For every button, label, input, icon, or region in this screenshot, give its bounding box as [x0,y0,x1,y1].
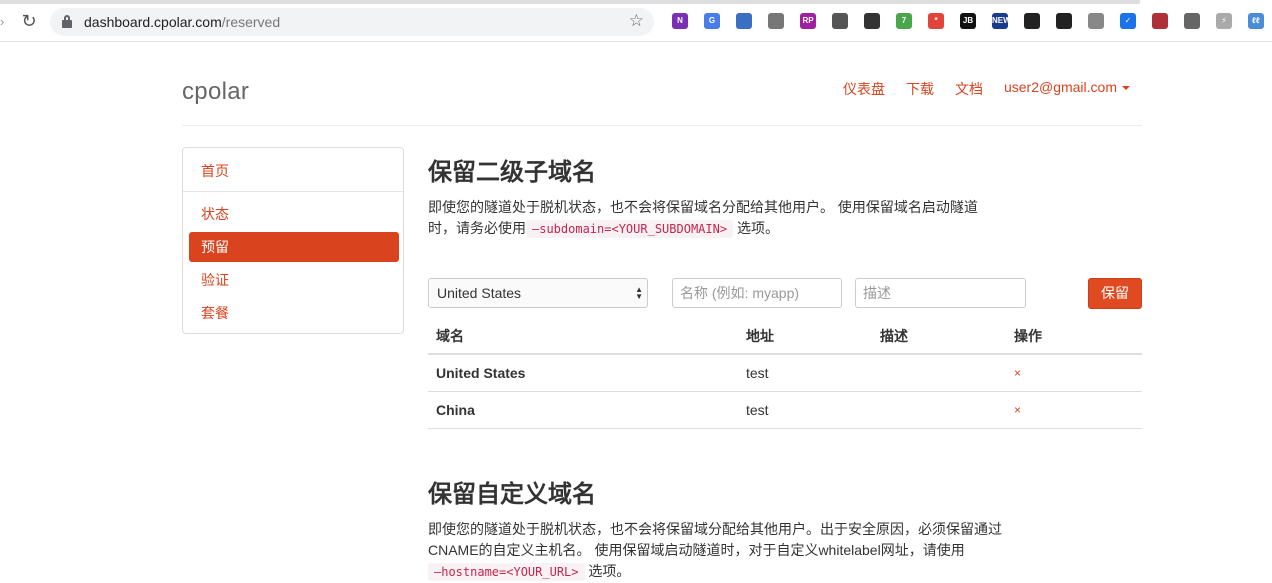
col-domain: 域名 [428,319,738,355]
top-nav: 仪表盘 下载 文档 user2@gmail.com [843,79,1130,99]
select-arrows-icon: ▲ ▼ [635,285,643,301]
sidebar-item-plan[interactable]: 套餐 [189,298,399,328]
shield-icon[interactable] [1176,11,1208,31]
row-domain: United States [428,354,738,392]
col-action: 操作 [1006,319,1142,355]
qr-icon[interactable] [1016,11,1048,31]
sync-icon[interactable] [824,11,856,31]
sidebar-divider [183,191,403,192]
region-select[interactable]: United States ▲ ▼ [428,278,648,308]
table-row: China test × [428,391,1142,429]
delete-icon[interactable]: × [1006,391,1142,429]
url-text: dashboard.cpolar.com/reserved [84,14,281,30]
nav-dashboard[interactable]: 仪表盘 [843,79,885,99]
reserved-subdomains-table: 域名 地址 描述 操作 United States test × China t… [428,319,1142,429]
check-circle-icon[interactable]: ✓ [1112,11,1144,31]
row-description [872,391,1006,429]
bolt-icon[interactable]: ⚡ [1208,11,1240,31]
nav-docs[interactable]: 文档 [955,79,983,99]
onenote-icon[interactable]: N [664,11,696,31]
new-icon[interactable]: NEW [984,11,1016,31]
subdomain-code: —subdomain=<YOUR_SUBDOMAIN> [526,220,734,238]
address-bar[interactable]: dashboard.cpolar.com/reserved ☆ [50,8,654,36]
extension-bar: N G RP 7 * JB NEW ✓ ⚡ ℓℓ [664,11,1272,33]
header-divider [182,125,1142,126]
shield-outline-icon[interactable] [1080,11,1112,31]
sidebar-item-status[interactable]: 状态 [189,199,399,229]
qr-code-icon[interactable] [1048,11,1080,31]
logo[interactable]: cpolar [182,78,249,106]
subdomain-section-title: 保留二级子域名 [428,159,596,186]
custom-domain-section-title: 保留自定义域名 [428,481,596,508]
rp-icon[interactable]: RP [792,11,824,31]
globe-icon[interactable] [728,11,760,31]
col-description: 描述 [872,319,1006,355]
asterisk-icon[interactable]: * [920,11,952,31]
sidebar-item-verify[interactable]: 验证 [189,265,399,295]
tab-strip-edge [0,0,1140,4]
description-input[interactable]: 描述 [855,278,1026,308]
row-address: test [738,354,872,392]
puzzle-icon[interactable]: 7 [888,11,920,31]
hostname-code: —hostname=<YOUR_URL> [428,563,585,581]
crane-icon[interactable] [856,11,888,31]
table-header-row: 域名 地址 描述 操作 [428,319,1142,355]
lock-icon [62,15,72,28]
browser-toolbar: › ↻ dashboard.cpolar.com/reserved ☆ N G RP… [0,0,1272,42]
forward-icon[interactable]: › [0,14,4,29]
user-email: user2@gmail.com [1003,79,1117,95]
user-menu[interactable]: user2@gmail.com [1004,79,1130,99]
sidebar-item-reserved[interactable]: 预留 [189,232,399,262]
pac-icon[interactable] [1144,11,1176,31]
col-address: 地址 [738,319,872,355]
ll-icon[interactable]: ℓℓ [1240,11,1272,31]
row-domain: China [428,391,738,429]
table-row: United States test × [428,354,1142,392]
name-input[interactable]: 名称 (例如: myapp) [672,278,842,308]
custom-domain-description: 即使您的隧道处于脱机状态，也不会将保留域分配给其他用户。出于安全原因，必须保留通… [428,521,1002,581]
row-address: test [738,391,872,429]
reserve-button[interactable]: 保留 [1088,278,1142,309]
sidebar: 首页 状态 预留 验证 套餐 [182,147,404,334]
window-icon[interactable] [760,11,792,31]
bookmark-star-icon[interactable]: ☆ [629,11,644,31]
nav-download[interactable]: 下载 [906,79,934,99]
subdomain-description: 即使您的隧道处于脱机状态，也不会将保留域名分配给其他用户。 使用保留域名启动隧道… [428,199,978,238]
sidebar-item-home[interactable]: 首页 [189,156,399,186]
translate-icon[interactable]: G [696,11,728,31]
row-description [872,354,1006,392]
jb-icon[interactable]: JB [952,11,984,31]
caret-down-icon [1122,86,1130,91]
reload-icon[interactable]: ↻ [19,11,39,31]
delete-icon[interactable]: × [1006,354,1142,392]
